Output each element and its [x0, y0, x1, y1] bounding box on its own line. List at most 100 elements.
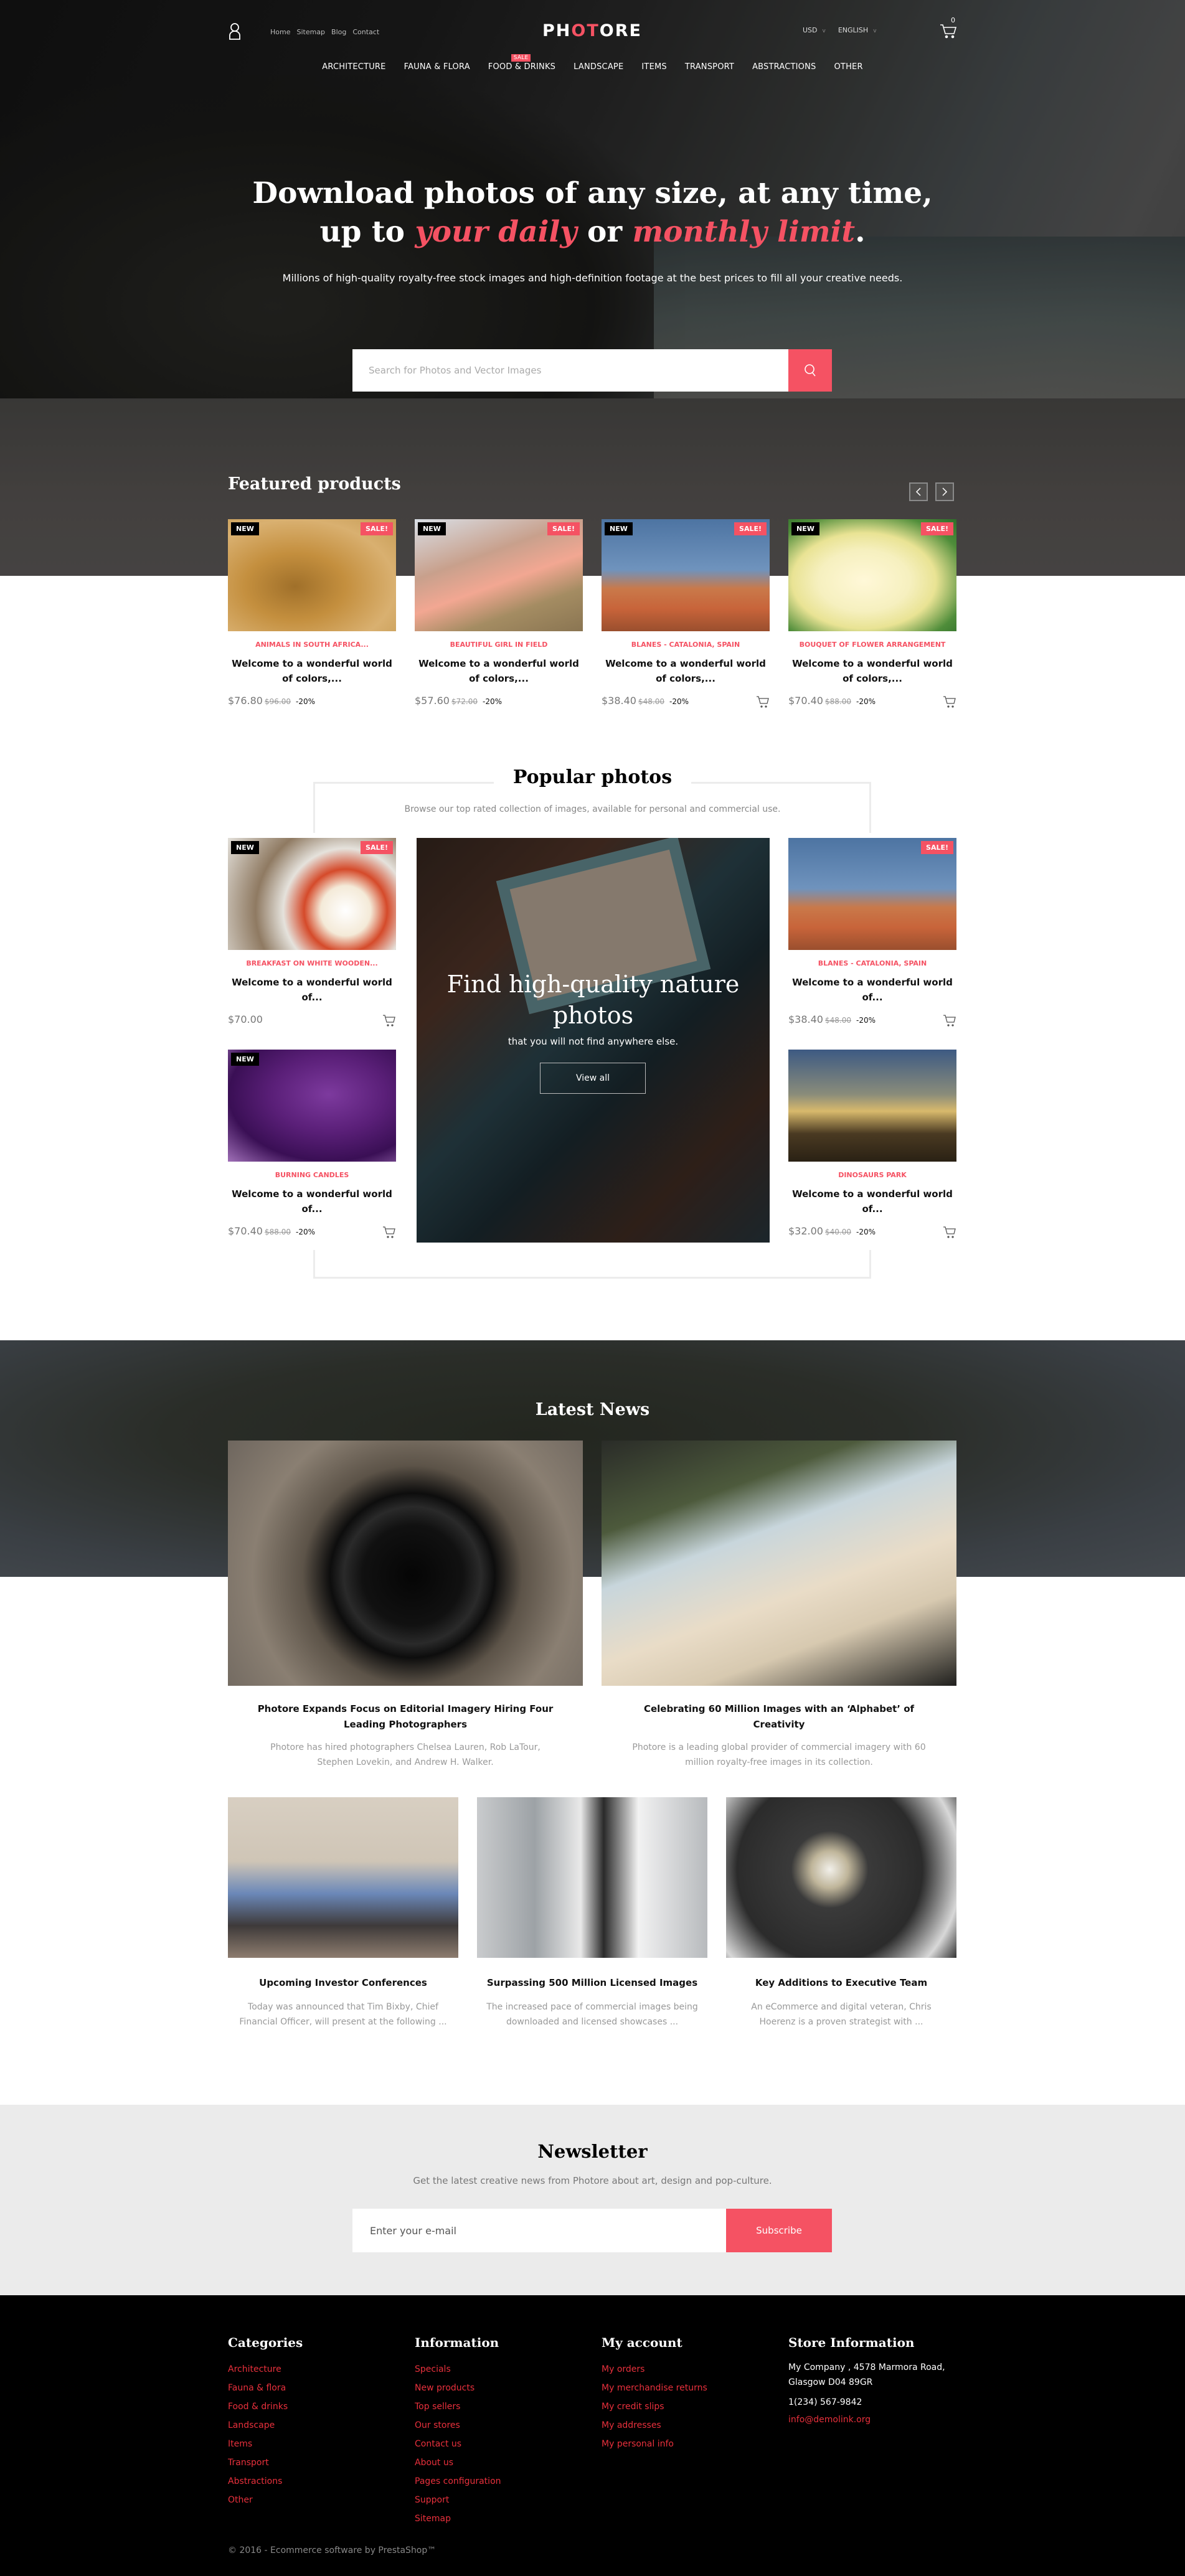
product-name[interactable]: Welcome to a wonderful world of colors,.…	[228, 656, 396, 686]
footer-link-fauna-flora[interactable]: Fauna & flora	[228, 2379, 303, 2397]
product-name[interactable]: Welcome to a wonderful world of...	[228, 1187, 396, 1216]
language-selector[interactable]: ENGLISH v	[838, 26, 877, 34]
product-name[interactable]: Welcome to a wonderful world of colors,.…	[788, 656, 956, 686]
product-category[interactable]: BLANES - CATALONIA, SPAIN	[602, 641, 770, 649]
product-price-row: $57.60 $72.00 -20%	[415, 695, 583, 710]
footer-link-abstractions[interactable]: Abstractions	[228, 2472, 303, 2491]
footer-link-food-drinks[interactable]: Food & drinks	[228, 2397, 303, 2416]
site-logo[interactable]: PHOTORE	[542, 21, 642, 40]
footer-link-our-stores[interactable]: Our stores	[415, 2416, 501, 2435]
news-title[interactable]: Surpassing 500 Million Licensed Images	[477, 1975, 707, 1991]
currency-selector[interactable]: USD v	[803, 26, 826, 34]
view-all-button[interactable]: View all	[540, 1063, 646, 1094]
footer-heading: Store Information	[788, 2335, 915, 2350]
product-category[interactable]: ANIMALS IN SOUTH AFRICA...	[228, 641, 396, 649]
product-image-blanes[interactable]: NEW SALE!	[602, 519, 770, 631]
subscribe-button[interactable]: Subscribe	[726, 2209, 832, 2252]
top-link-blog[interactable]: Blog	[331, 28, 346, 36]
add-to-cart-icon[interactable]	[943, 695, 956, 708]
product-image-breakfast[interactable]: NEW SALE!	[228, 838, 396, 950]
featured-product-card[interactable]: NEW SALE! BOUQUET OF FLOWER ARRANGEMENT …	[788, 519, 956, 710]
top-link-sitemap[interactable]: Sitemap	[296, 28, 325, 36]
popular-product-card[interactable]: NEW BURNING CANDLES Welcome to a wonderf…	[228, 1050, 396, 1240]
footer-link-pages-configuration[interactable]: Pages configuration	[415, 2472, 501, 2491]
top-link-home[interactable]: Home	[270, 28, 290, 36]
nav-food-drinks[interactable]: SALE FOOD & DRINKS	[488, 54, 555, 72]
add-to-cart-icon[interactable]	[382, 1225, 396, 1239]
nav-landscape[interactable]: LANDSCAPE	[574, 62, 623, 72]
footer-link-addresses[interactable]: My addresses	[602, 2416, 707, 2435]
footer-link-credit-slips[interactable]: My credit slips	[602, 2397, 707, 2416]
nav-fauna-flora[interactable]: FAUNA & FLORA	[404, 62, 470, 72]
product-category[interactable]: BURNING CANDLES	[228, 1171, 396, 1179]
product-image-flower-bouquet[interactable]: NEW SALE!	[788, 519, 956, 631]
search-input[interactable]	[352, 349, 788, 392]
news-image-pocket-watch[interactable]	[726, 1797, 956, 1958]
popular-product-card[interactable]: SALE! BLANES - CATALONIA, SPAIN Welcome …	[788, 838, 956, 1028]
popular-product-card[interactable]: DINOSAURS PARK Welcome to a wonderful wo…	[788, 1050, 956, 1240]
product-name[interactable]: Welcome to a wonderful world of...	[228, 975, 396, 1005]
footer-link-merchandise-returns[interactable]: My merchandise returns	[602, 2379, 707, 2397]
product-image-dinosaur[interactable]	[788, 1050, 956, 1162]
store-email-link[interactable]: info@demolink.org	[788, 2412, 963, 2427]
product-category[interactable]: BLANES - CATALONIA, SPAIN	[788, 959, 956, 967]
product-category[interactable]: DINOSAURS PARK	[788, 1171, 956, 1179]
popular-product-card[interactable]: NEW SALE! BREAKFAST ON WHITE WOODEN... W…	[228, 838, 396, 1028]
nav-architecture[interactable]: ARCHITECTURE	[322, 62, 385, 72]
news-title[interactable]: Upcoming Investor Conferences	[228, 1975, 458, 1991]
footer-link-landscape[interactable]: Landscape	[228, 2416, 303, 2435]
nav-items[interactable]: ITEMS	[641, 62, 666, 72]
nav-abstractions[interactable]: ABSTRACTIONS	[752, 62, 816, 72]
footer-link-personal-info[interactable]: My personal info	[602, 2435, 707, 2453]
featured-product-card[interactable]: NEW SALE! BEAUTIFUL GIRL IN FIELD Welcom…	[415, 519, 583, 710]
product-image-candles[interactable]: NEW	[228, 1050, 396, 1162]
footer-link-top-sellers[interactable]: Top sellers	[415, 2397, 501, 2416]
search-button[interactable]	[788, 349, 832, 392]
news-title[interactable]: Celebrating 60 Million Images with an ‘A…	[602, 1701, 956, 1732]
news-image-celebrating-man[interactable]	[477, 1797, 707, 1958]
add-to-cart-icon[interactable]	[943, 1013, 956, 1027]
footer-heading: Information	[415, 2335, 499, 2350]
news-image-beach-cliffs[interactable]	[602, 1441, 956, 1686]
product-name[interactable]: Welcome to a wonderful world of...	[788, 975, 956, 1005]
footer-link-transport[interactable]: Transport	[228, 2453, 303, 2472]
news-title[interactable]: Photore Expands Focus on Editorial Image…	[228, 1701, 583, 1732]
add-to-cart-icon[interactable]	[382, 1013, 396, 1027]
nav-transport[interactable]: TRANSPORT	[685, 62, 734, 72]
product-name[interactable]: Welcome to a wonderful world of colors,.…	[602, 656, 770, 686]
nav-other[interactable]: OTHER	[834, 62, 863, 72]
product-category[interactable]: BEAUTIFUL GIRL IN FIELD	[415, 641, 583, 649]
carousel-prev-button[interactable]	[909, 482, 928, 501]
product-image-girl-in-field[interactable]: NEW SALE!	[415, 519, 583, 631]
footer-link-other[interactable]: Other	[228, 2491, 303, 2509]
footer-link-about-us[interactable]: About us	[415, 2453, 501, 2472]
news-image-conference[interactable]	[228, 1797, 458, 1958]
footer-link-items[interactable]: Items	[228, 2435, 303, 2453]
footer-link-new-products[interactable]: New products	[415, 2379, 501, 2397]
product-category[interactable]: BOUQUET OF FLOWER ARRANGEMENT	[788, 641, 956, 649]
newsletter-email-input[interactable]	[352, 2209, 726, 2252]
footer-link-support[interactable]: Support	[415, 2491, 501, 2509]
product-name[interactable]: Welcome to a wonderful world of colors,.…	[415, 656, 583, 686]
product-category[interactable]: BREAKFAST ON WHITE WOODEN...	[228, 959, 396, 967]
add-to-cart-icon[interactable]	[943, 1225, 956, 1239]
add-to-cart-icon[interactable]	[756, 695, 770, 708]
promo-heading: Find high-quality nature photos	[446, 971, 740, 1029]
featured-product-card[interactable]: NEW SALE! ANIMALS IN SOUTH AFRICA... Wel…	[228, 519, 396, 710]
header-cart-button[interactable]: 0	[939, 16, 958, 40]
user-account-icon[interactable]	[228, 22, 242, 40]
footer-link-sitemap[interactable]: Sitemap	[415, 2509, 501, 2528]
product-image-blanes[interactable]: SALE!	[788, 838, 956, 950]
footer-link-architecture[interactable]: Architecture	[228, 2360, 303, 2379]
store-phone: 1(234) 567-9842	[788, 2397, 862, 2407]
news-title[interactable]: Key Additions to Executive Team	[726, 1975, 956, 1991]
footer-link-contact-us[interactable]: Contact us	[415, 2435, 501, 2453]
top-link-contact[interactable]: Contact	[352, 28, 379, 36]
footer-link-my-orders[interactable]: My orders	[602, 2360, 707, 2379]
featured-product-card[interactable]: NEW SALE! BLANES - CATALONIA, SPAIN Welc…	[602, 519, 770, 710]
product-image-lioness[interactable]: NEW SALE!	[228, 519, 396, 631]
footer-link-specials[interactable]: Specials	[415, 2360, 501, 2379]
product-name[interactable]: Welcome to a wonderful world of...	[788, 1187, 956, 1216]
news-image-camera-lens[interactable]	[228, 1441, 583, 1686]
carousel-next-button[interactable]	[935, 482, 954, 501]
